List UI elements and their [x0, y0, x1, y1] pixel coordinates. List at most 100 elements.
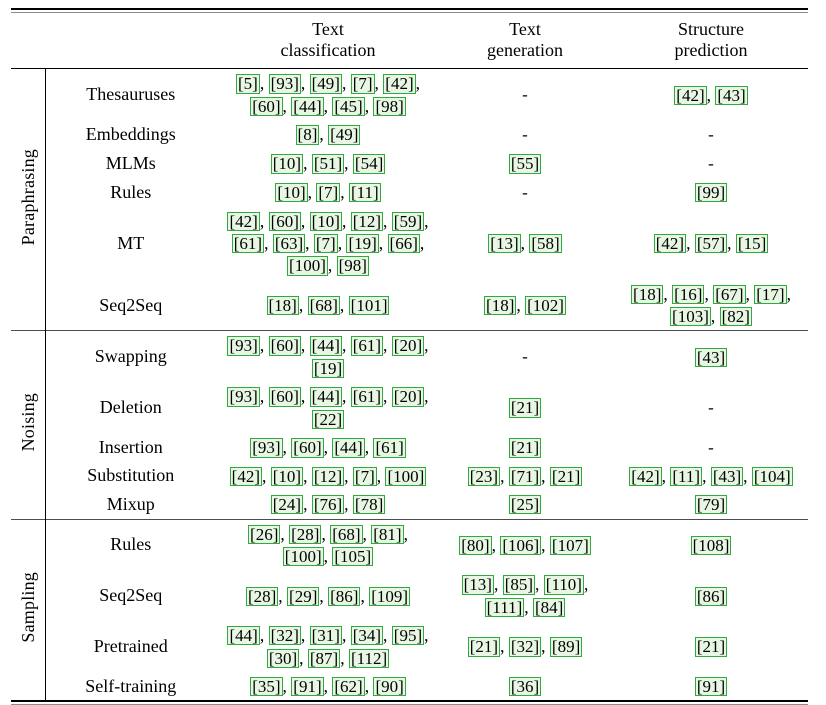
citation-ref[interactable]: [106] — [500, 535, 542, 556]
citation-ref[interactable]: [60] — [268, 211, 301, 231]
citation-ref[interactable]: [19] — [346, 233, 379, 254]
citation-ref[interactable]: [20] — [391, 387, 425, 407]
citation-ref[interactable]: [42] — [383, 74, 416, 94]
citation-ref[interactable]: [44] — [291, 96, 324, 117]
citation-ref[interactable]: [44] — [309, 336, 342, 356]
citation-ref[interactable]: [22] — [311, 409, 345, 429]
citation-ref[interactable]: [10] — [270, 466, 304, 487]
citation-ref[interactable]: [86] — [328, 586, 361, 606]
citation-ref[interactable]: [107] — [549, 535, 591, 556]
citation-ref[interactable]: [12] — [350, 211, 384, 231]
citation-ref[interactable]: [80] — [459, 535, 492, 556]
citation-ref[interactable]: [101] — [348, 295, 390, 316]
citation-ref[interactable]: [90] — [373, 676, 406, 697]
citation-ref[interactable]: [29] — [287, 586, 320, 606]
citation-ref[interactable]: [100] — [385, 466, 427, 487]
citation-ref[interactable]: [81] — [371, 524, 404, 544]
citation-ref[interactable]: [13] — [488, 233, 521, 254]
citation-ref[interactable]: [109] — [369, 586, 411, 606]
citation-ref[interactable]: [57] — [694, 233, 728, 254]
citation-ref[interactable]: [62] — [332, 676, 365, 697]
citation-ref[interactable]: [36] — [508, 676, 542, 697]
citation-ref[interactable]: [71] — [508, 466, 542, 487]
citation-ref[interactable]: [55] — [508, 154, 542, 174]
citation-ref[interactable]: [61] — [373, 438, 406, 458]
citation-ref[interactable]: [98] — [373, 96, 406, 117]
citation-ref[interactable]: [103] — [670, 307, 711, 327]
citation-ref[interactable]: [28] — [245, 586, 279, 606]
citation-ref[interactable]: [11] — [348, 182, 381, 203]
citation-ref[interactable]: [28] — [289, 524, 322, 544]
citation-ref[interactable]: [35] — [250, 676, 283, 697]
citation-ref[interactable]: [58] — [529, 233, 562, 254]
citation-ref[interactable]: [61] — [350, 387, 384, 407]
citation-ref[interactable]: [10] — [275, 182, 308, 203]
citation-ref[interactable]: [61] — [350, 336, 384, 356]
citation-ref[interactable]: [60] — [268, 336, 301, 356]
citation-ref[interactable]: [32] — [508, 637, 542, 657]
citation-ref[interactable]: [42] — [629, 466, 662, 487]
citation-ref[interactable]: [43] — [694, 347, 728, 367]
citation-ref[interactable]: [31] — [309, 626, 342, 646]
citation-ref[interactable]: [67] — [713, 284, 746, 304]
citation-ref[interactable]: [108] — [690, 535, 732, 556]
citation-ref[interactable]: [8] — [295, 125, 320, 145]
citation-ref[interactable]: [45] — [332, 96, 365, 117]
citation-ref[interactable]: [21] — [508, 398, 542, 418]
citation-ref[interactable]: [7] — [313, 233, 338, 254]
citation-ref[interactable]: [44] — [227, 626, 260, 646]
citation-ref[interactable]: [59] — [391, 211, 425, 231]
citation-ref[interactable]: [79] — [694, 495, 728, 515]
citation-ref[interactable]: [7] — [352, 466, 377, 487]
citation-ref[interactable]: [21] — [467, 637, 501, 657]
citation-ref[interactable]: [68] — [307, 295, 340, 316]
citation-ref[interactable]: [42] — [227, 211, 260, 231]
citation-ref[interactable]: [5] — [235, 74, 260, 94]
citation-ref[interactable]: [51] — [311, 154, 345, 174]
citation-ref[interactable]: [43] — [710, 466, 744, 487]
citation-ref[interactable]: [82] — [719, 307, 752, 327]
citation-ref[interactable]: [60] — [250, 96, 283, 117]
citation-ref[interactable]: [105] — [332, 546, 374, 567]
citation-ref[interactable]: [7] — [350, 74, 375, 94]
citation-ref[interactable]: [89] — [549, 637, 583, 657]
citation-ref[interactable]: [20] — [391, 336, 425, 356]
citation-ref[interactable]: [93] — [250, 438, 283, 458]
citation-ref[interactable]: [49] — [309, 74, 342, 94]
citation-ref[interactable]: [104] — [751, 466, 793, 487]
citation-ref[interactable]: [100] — [282, 546, 324, 567]
citation-ref[interactable]: [17] — [754, 284, 787, 304]
citation-ref[interactable]: [93] — [227, 387, 260, 407]
citation-ref[interactable]: [12] — [311, 466, 345, 487]
citation-ref[interactable]: [23] — [467, 466, 501, 487]
citation-ref[interactable]: [76] — [311, 495, 345, 515]
citation-ref[interactable]: [112] — [348, 648, 390, 668]
citation-ref[interactable]: [111] — [484, 597, 525, 618]
citation-ref[interactable]: [87] — [307, 648, 341, 668]
citation-ref[interactable]: [25] — [508, 495, 542, 515]
citation-ref[interactable]: [26] — [248, 524, 281, 544]
citation-ref[interactable]: [19] — [311, 358, 345, 379]
citation-ref[interactable]: [78] — [352, 495, 386, 515]
citation-ref[interactable]: [10] — [309, 211, 342, 231]
citation-ref[interactable]: [15] — [735, 233, 769, 254]
citation-ref[interactable]: [110] — [543, 575, 584, 595]
citation-ref[interactable]: [54] — [352, 154, 386, 174]
citation-ref[interactable]: [13] — [461, 575, 494, 595]
citation-ref[interactable]: [68] — [330, 524, 363, 544]
citation-ref[interactable]: [42] — [229, 466, 262, 487]
citation-ref[interactable]: [102] — [525, 295, 566, 316]
citation-ref[interactable]: [84] — [532, 597, 566, 618]
citation-ref[interactable]: [21] — [549, 466, 583, 487]
citation-ref[interactable]: [95] — [391, 626, 425, 646]
citation-ref[interactable]: [43] — [715, 85, 748, 105]
citation-ref[interactable]: [60] — [291, 438, 324, 458]
citation-ref[interactable]: [100] — [287, 256, 328, 276]
citation-ref[interactable]: [66] — [387, 233, 420, 254]
citation-ref[interactable]: [99] — [694, 182, 728, 203]
citation-ref[interactable]: [44] — [309, 387, 342, 407]
citation-ref[interactable]: [85] — [502, 575, 536, 595]
citation-ref[interactable]: [34] — [350, 626, 384, 646]
citation-ref[interactable]: [11] — [670, 466, 703, 487]
citation-ref[interactable]: [7] — [316, 182, 341, 203]
